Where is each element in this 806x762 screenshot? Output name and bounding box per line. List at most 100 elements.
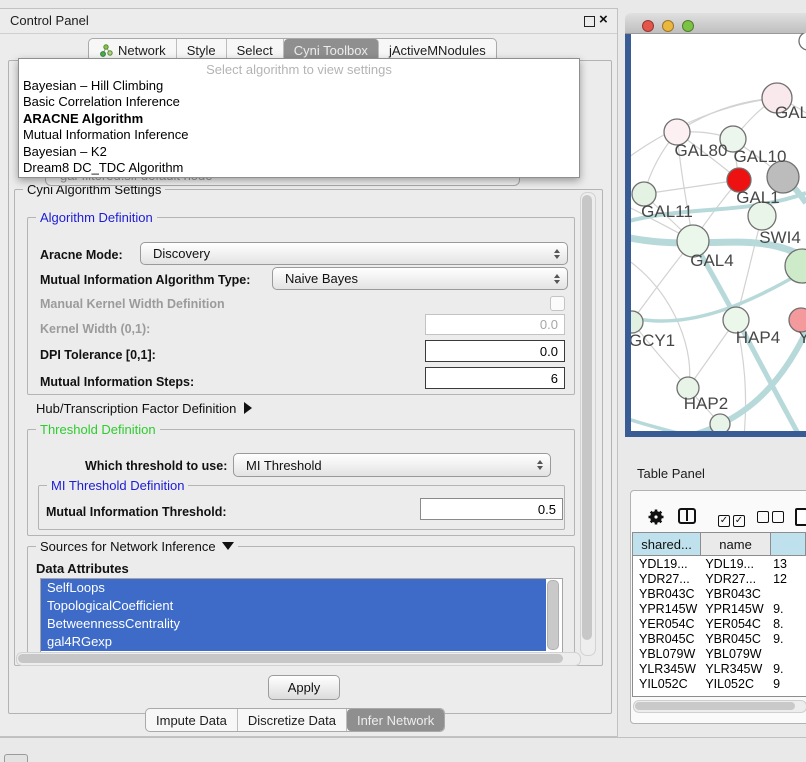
sources-title: Sources for Network Inference — [40, 539, 216, 554]
table-row[interactable]: YDL19...YDL19...13 — [633, 556, 806, 571]
attributes-list-scrollbar[interactable] — [547, 580, 559, 650]
data-attribute-item[interactable]: gal4RGexp — [41, 633, 546, 651]
zoom-traffic-light[interactable] — [682, 20, 694, 32]
table-cell: YDL19... — [701, 557, 771, 571]
maximize-icon[interactable] — [584, 16, 595, 27]
table-row[interactable]: YLR345WYLR345W9. — [633, 661, 806, 676]
data-attribute-item[interactable]: SelfLoops — [41, 579, 546, 597]
hub-section-toggle[interactable]: Hub/Transcription Factor Definition — [36, 401, 252, 416]
network-edge — [631, 270, 806, 321]
data-attribute-item[interactable]: TopologicalCoefficient — [41, 597, 546, 615]
aracne-mode-combobox[interactable]: Discovery — [140, 242, 568, 265]
apply-button[interactable]: Apply — [268, 675, 340, 700]
threshold-definition-title: Threshold Definition — [36, 422, 160, 437]
table-cell: 12 — [771, 572, 806, 586]
table-cell: YDL19... — [633, 557, 701, 571]
algorithm-option-list: Bayesian – Hill ClimbingBasic Correlatio… — [19, 78, 579, 176]
manual-kernel-checkbox[interactable] — [550, 296, 565, 311]
network-node-label: GAL1 — [736, 188, 779, 207]
column-header[interactable]: shared... — [633, 533, 701, 555]
network-node[interactable] — [710, 414, 730, 431]
mi-threshold-field[interactable]: 0.5 — [420, 498, 563, 520]
table-row[interactable]: YBL079WYBL079W — [633, 646, 806, 661]
table-row[interactable]: YDR27...YDR27...12 — [633, 571, 806, 586]
table-row[interactable]: YER054CYER054C8. — [633, 616, 806, 631]
mi-steps-label: Mutual Information Steps: — [40, 375, 194, 389]
panel-title: Control Panel — [10, 13, 89, 28]
document-icon[interactable] — [795, 508, 806, 526]
table-row[interactable]: YBR045CYBR045C9. — [633, 631, 806, 646]
table-cell: YBL079W — [701, 647, 771, 661]
network-node-label: HAP2 — [684, 394, 728, 413]
close-icon[interactable]: × — [599, 11, 608, 28]
tab-impute-data[interactable]: Impute Data — [146, 709, 238, 731]
aracne-mode-value: Discovery — [153, 246, 210, 261]
algorithm-option[interactable]: Mutual Information Inference — [19, 127, 579, 143]
algorithm-option[interactable]: ARACNE Algorithm — [19, 111, 579, 127]
table-horizontal-scrollbar[interactable] — [635, 702, 795, 710]
table-header-row: shared...name — [633, 533, 806, 556]
table-row[interactable]: YBR043CYBR043C — [633, 586, 806, 601]
select-all-checkboxes-icon[interactable]: ✓✓ — [718, 510, 748, 528]
table-cell: YLR345W — [701, 662, 771, 676]
data-attributes-label: Data Attributes — [36, 561, 129, 576]
table-panel-title: Table Panel — [637, 466, 705, 481]
tab-infer-network[interactable]: Infer Network — [347, 709, 444, 731]
table-row[interactable]: YPR145WYPR145W9. — [633, 601, 806, 616]
minimize-traffic-light[interactable] — [662, 20, 674, 32]
algorithm-option[interactable]: Bayesian – K2 — [19, 144, 579, 160]
network-window-titlebar[interactable] — [625, 13, 806, 34]
table-body: YDL19...YDL19...13YDR27...YDR27...12YBR0… — [633, 556, 806, 691]
network-node-label: GAL — [775, 103, 806, 122]
control-panel-titlebar[interactable]: Control Panel × — [0, 9, 617, 34]
close-traffic-light[interactable] — [642, 20, 654, 32]
expand-right-icon — [244, 402, 252, 414]
network-graph: GALGAL80GAL10GAL1GAL11SWI4GAL4GCY1HAP4YH… — [631, 33, 806, 431]
mi-type-combobox[interactable]: Naive Bayes — [272, 267, 568, 290]
which-threshold-value: MI Threshold — [246, 458, 322, 473]
split-columns-icon[interactable] — [678, 508, 696, 524]
algorithm-option[interactable]: Basic Correlation Inference — [19, 94, 579, 110]
network-node-label: GAL11 — [641, 202, 693, 221]
network-node-label: SWI4 — [759, 228, 801, 247]
app-canvas: Control Panel × NetworkStyleSelectCyni T… — [0, 0, 806, 762]
table-row[interactable]: YIL052CYIL052C9 — [633, 676, 806, 691]
table-cell: YBR045C — [701, 632, 771, 646]
algorithm-option[interactable]: Bayesian – Hill Climbing — [19, 78, 579, 94]
kernel-width-field[interactable]: 0.0 — [425, 314, 565, 335]
table-cell: YBR043C — [701, 587, 771, 601]
gear-icon[interactable] — [647, 508, 665, 526]
combo-stepper-icon — [554, 249, 560, 259]
tab-discretize-data[interactable]: Discretize Data — [238, 709, 347, 731]
settings-horizontal-scrollbar[interactable] — [18, 654, 563, 663]
which-threshold-combobox[interactable]: MI Threshold — [233, 453, 551, 477]
algorithm-dropdown-popup: Select algorithm to view settings Bayesi… — [18, 58, 580, 178]
table-cell: YPR145W — [633, 602, 701, 616]
table-cell: YLR345W — [633, 662, 701, 676]
network-node[interactable] — [785, 249, 806, 283]
mi-steps-field[interactable]: 6 — [425, 367, 565, 389]
table-cell: 9 — [771, 677, 806, 691]
sources-title-toggle[interactable]: Sources for Network Inference — [36, 539, 238, 554]
dpi-tolerance-label: DPI Tolerance [0,1]: — [40, 348, 156, 362]
column-header[interactable] — [771, 533, 806, 555]
network-node-label: HAP4 — [736, 328, 780, 347]
table-cell: YBR043C — [633, 587, 701, 601]
bottom-tab-bar: Impute DataDiscretize DataInfer Network — [145, 708, 445, 732]
mi-threshold-title: MI Threshold Definition — [47, 478, 188, 493]
collapsed-panel-icon[interactable] — [4, 754, 28, 762]
combo-stepper-icon — [537, 460, 543, 470]
hub-section-label: Hub/Transcription Factor Definition — [36, 401, 236, 416]
column-header[interactable]: name — [701, 533, 771, 555]
settings-vertical-scrollbar[interactable] — [582, 195, 592, 640]
dpi-tolerance-field[interactable]: 0.0 — [425, 340, 565, 362]
network-node[interactable] — [799, 33, 806, 50]
deselect-all-checkboxes-icon[interactable] — [757, 510, 787, 528]
data-attributes-list[interactable]: SelfLoopsTopologicalCoefficientBetweenne… — [40, 578, 563, 659]
table-cell: YDR27... — [701, 572, 771, 586]
table-cell: YIL052C — [701, 677, 771, 691]
data-attribute-item[interactable]: BetweennessCentrality — [41, 615, 546, 633]
algorithm-option[interactable]: Dream8 DC_TDC Algorithm — [19, 160, 579, 176]
network-node-gcy1[interactable] — [631, 311, 643, 333]
mi-threshold-label: Mutual Information Threshold: — [46, 505, 227, 519]
